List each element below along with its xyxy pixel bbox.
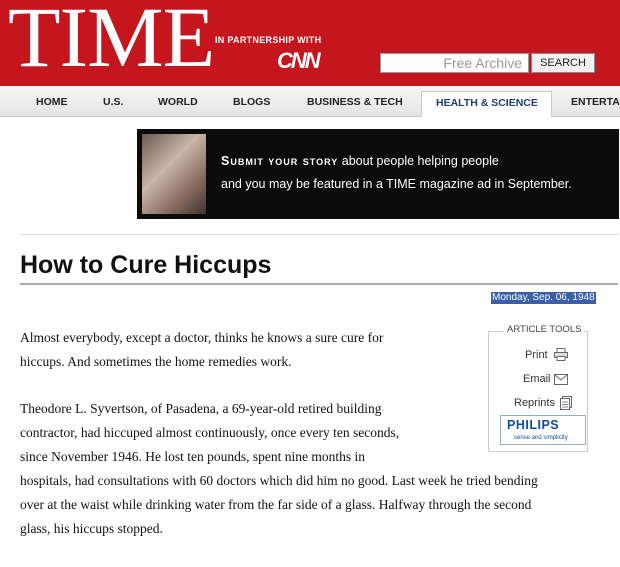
banner-line-1-rest: about people helping people — [338, 154, 499, 168]
nav-home[interactable]: HOME — [36, 96, 68, 108]
nav-world[interactable]: WORLD — [158, 96, 198, 108]
body-line: glass, his hiccups stopped. — [20, 521, 163, 536]
banner-line-2: and you may be featured in a TIME magazi… — [221, 177, 572, 191]
search-input[interactable]: Free Archive — [380, 53, 529, 73]
print-link[interactable]: Print — [525, 349, 548, 361]
nav-health-science-tab[interactable]: HEALTH & SCIENCE — [421, 91, 552, 117]
body-line: contractor, had hiccuped almost continuo… — [20, 425, 400, 440]
banner-headline: Submit your story — [221, 154, 339, 168]
banner-line-1: Submit your story about people helping p… — [221, 154, 499, 168]
body-line: over at the waist while drinking water f… — [20, 497, 532, 512]
envelope-icon[interactable] — [554, 374, 568, 385]
body-line: Theodore L. Syvertson, of Pasadena, a 69… — [20, 401, 382, 416]
sponsor-tagline: sense and simplicity — [514, 435, 568, 441]
title-divider — [20, 283, 618, 285]
printer-icon[interactable] — [554, 348, 568, 361]
nav-blogs[interactable]: BLOGS — [233, 96, 270, 108]
cnn-logo[interactable]: CNN — [277, 48, 321, 74]
article-date: Monday, Sep. 06, 1948 — [491, 292, 596, 304]
partnership-text: IN PARTNERSHIP WITH — [215, 35, 322, 45]
email-link[interactable]: Email — [523, 373, 551, 385]
search-button[interactable]: SEARCH — [531, 53, 595, 73]
reprints-link[interactable]: Reprints — [514, 397, 555, 409]
sponsor-name: PHILIPS — [507, 418, 560, 432]
divider — [20, 234, 618, 235]
body-line: Almost everybody, except a doctor, think… — [20, 330, 384, 345]
nav-health-science-label: HEALTH & SCIENCE — [436, 97, 538, 109]
banner-photo — [142, 134, 206, 214]
article-title: How to Cure Hiccups — [20, 251, 272, 279]
body-line: hospitals, had consultations with 60 doc… — [20, 473, 538, 488]
body-line: hiccups. And sometimes the home remedies… — [20, 354, 292, 369]
philips-sponsor-logo[interactable]: PHILIPS sense and simplicity — [500, 415, 586, 445]
nav-business-tech[interactable]: BUSINESS & TECH — [307, 96, 403, 108]
document-icon[interactable] — [560, 396, 572, 410]
nav-entertainment[interactable]: ENTERTA — [571, 96, 620, 108]
body-line: since November 1946. He lost ten pounds,… — [20, 449, 365, 464]
submit-story-banner[interactable] — [137, 129, 619, 219]
article-tools-heading: ARTICLE TOOLS — [504, 324, 585, 335]
time-logo[interactable]: TIME — [8, 0, 215, 80]
nav-us[interactable]: U.S. — [103, 96, 123, 108]
masthead: TIME IN PARTNERSHIP WITH CNN Free Archiv… — [0, 0, 620, 86]
